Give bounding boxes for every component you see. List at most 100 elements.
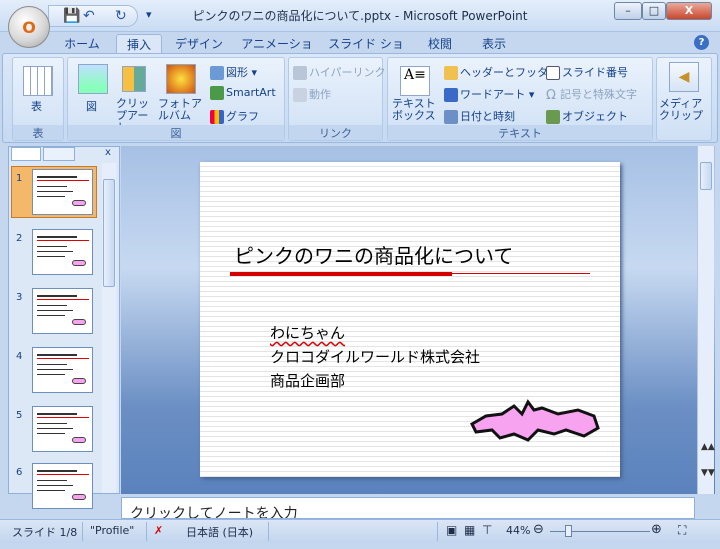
- undo-icon[interactable]: ↶: [83, 8, 95, 24]
- slide-number: 4: [16, 351, 23, 362]
- zoom-slider-thumb[interactable]: [565, 525, 572, 537]
- tab-design[interactable]: デザイン: [170, 34, 228, 54]
- hyperlink-button[interactable]: ハイパーリンク: [293, 64, 386, 80]
- tab-review[interactable]: 校閲: [420, 34, 460, 54]
- wordart-button[interactable]: ワードアート ▾: [444, 86, 534, 102]
- action-button[interactable]: 動作: [293, 86, 331, 102]
- scroll-thumb[interactable]: [700, 162, 712, 190]
- slide-scrollbar[interactable]: ▲▲ ▼▼: [697, 146, 715, 494]
- notes-pane[interactable]: クリックしてノートを入力: [121, 497, 695, 519]
- textbox-button[interactable]: テキストボックス: [392, 98, 440, 122]
- next-slide-icon[interactable]: ▼▼: [701, 468, 715, 478]
- speaker-icon: ◀: [669, 62, 699, 92]
- header-footer-label: ヘッダーとフッター: [460, 66, 559, 79]
- chart-icon: [210, 110, 224, 124]
- slide-thumbnail[interactable]: [32, 169, 93, 215]
- help-icon[interactable]: ?: [694, 35, 709, 50]
- group-label: テキスト: [388, 125, 652, 140]
- textbox-icon: A≡: [400, 66, 430, 96]
- slide-thumbnail[interactable]: [32, 229, 93, 275]
- quick-access-toolbar: 💾 ↶ ↻: [48, 5, 138, 27]
- slide-thumbnail[interactable]: [32, 347, 93, 393]
- save-icon[interactable]: 💾: [63, 8, 80, 24]
- office-button[interactable]: O: [8, 6, 50, 48]
- theme-name: "Profile": [90, 524, 135, 537]
- photo-album-button[interactable]: フォトアルバム: [158, 98, 204, 122]
- subtitle-line: クロコダイルワールド株式会社: [270, 348, 481, 366]
- pink-crocodile-image[interactable]: [468, 390, 602, 442]
- group-text: A≡ テキストボックス ヘッダーとフッター ワードアート ▾ 日付と時刻 スライ…: [387, 57, 653, 141]
- picture-icon: [78, 64, 108, 94]
- slide-thumbnail[interactable]: [32, 463, 93, 509]
- tab-slides[interactable]: [11, 147, 41, 161]
- symbol-label: 記号と特殊文字: [560, 88, 637, 101]
- close-panel-icon[interactable]: x: [105, 147, 111, 158]
- tab-outline[interactable]: [43, 147, 75, 161]
- close-button[interactable]: X: [666, 2, 712, 20]
- zoom-level[interactable]: 44%: [506, 524, 530, 537]
- datetime-button[interactable]: 日付と時刻: [444, 108, 515, 124]
- slide-title[interactable]: ピンクのワニの商品化について: [234, 240, 513, 269]
- shapes-button[interactable]: 図形 ▾: [210, 64, 257, 80]
- slide-number-button[interactable]: スライド番号: [546, 64, 628, 80]
- table-button[interactable]: 表: [31, 98, 42, 114]
- status-bar: スライド 1/8 "Profile" ✗ 日本語 (日本) ▣ ▦ ⊤ 44% …: [0, 519, 720, 543]
- slide-thumbnail[interactable]: [32, 406, 93, 452]
- tab-insert[interactable]: 挿入: [116, 34, 162, 54]
- slide-thumbnail[interactable]: [32, 288, 93, 334]
- header-footer-button[interactable]: ヘッダーとフッター: [444, 64, 559, 80]
- tab-view[interactable]: 表示: [474, 34, 514, 54]
- smartart-label: SmartArt: [226, 86, 276, 99]
- photo-album-icon: [166, 64, 196, 94]
- omega-icon: Ω: [546, 88, 556, 103]
- ribbon-tabs: ホーム 挿入 デザイン アニメーション スライド ショー 校閲 表示 ?: [0, 32, 720, 71]
- hyperlink-icon: [293, 66, 307, 80]
- datetime-label: 日付と時刻: [460, 110, 515, 123]
- window-title: ピンクのワニの商品化について.pptx - Microsoft PowerPoi…: [192, 9, 528, 23]
- slide-number: 3: [16, 292, 23, 303]
- tab-animations[interactable]: アニメーション: [236, 34, 318, 71]
- language-indicator[interactable]: 日本語 (日本): [186, 524, 253, 540]
- scroll-thumb[interactable]: [103, 179, 115, 287]
- calendar-icon: [444, 110, 458, 124]
- prev-slide-icon[interactable]: ▲▲: [701, 442, 715, 452]
- normal-view-icon[interactable]: ▣: [446, 523, 457, 537]
- symbol-button[interactable]: Ω 記号と特殊文字: [546, 86, 637, 103]
- customize-qat-icon[interactable]: ▾: [146, 8, 152, 21]
- wordart-label: ワードアート: [460, 88, 526, 101]
- object-button[interactable]: オブジェクト: [546, 108, 628, 124]
- subtitle-text[interactable]: わにちゃん クロコダイルワールド株式会社 商品企画部: [270, 321, 480, 393]
- spellcheck-icon[interactable]: ✗: [154, 524, 163, 537]
- slide-indicator: スライド 1/8: [12, 526, 78, 539]
- minimize-button[interactable]: –: [614, 2, 642, 20]
- shapes-label: 図形: [226, 66, 248, 79]
- media-clip-button[interactable]: メディアクリップ: [659, 98, 711, 122]
- subtitle-line: 商品企画部: [270, 372, 346, 390]
- group-links: ハイパーリンク 動作 リンク: [288, 57, 386, 141]
- slideshow-view-icon[interactable]: ⊤: [482, 523, 492, 537]
- slide-number-label: スライド番号: [562, 66, 628, 79]
- smartart-button[interactable]: SmartArt: [210, 86, 276, 100]
- redo-icon[interactable]: ↻: [115, 8, 127, 24]
- object-icon: [546, 110, 560, 124]
- zoom-in-icon[interactable]: ⊕: [651, 522, 662, 537]
- action-icon: [293, 88, 307, 102]
- shapes-icon: [210, 66, 224, 80]
- fit-to-window-icon[interactable]: ⛶: [678, 523, 686, 538]
- tab-slideshow[interactable]: スライド ショー: [328, 34, 404, 71]
- tab-home[interactable]: ホーム: [56, 34, 108, 54]
- header-footer-icon: [444, 66, 458, 80]
- chart-button[interactable]: グラフ: [210, 108, 259, 124]
- picture-button[interactable]: 図: [86, 98, 97, 114]
- chart-label: グラフ: [226, 110, 259, 123]
- title-underline-thick: [230, 272, 452, 276]
- slides-panel-scrollbar[interactable]: [102, 163, 116, 493]
- group-illustrations: 図 クリップアート フォトアルバム 図形 ▾ SmartArt グラフ 図: [67, 57, 285, 141]
- slide-number: 6: [16, 467, 23, 478]
- zoom-out-icon[interactable]: ⊖: [533, 522, 544, 537]
- group-media: ◀ メディアクリップ: [656, 57, 712, 141]
- slide-sorter-icon[interactable]: ▦: [464, 523, 475, 537]
- slide-canvas[interactable]: ピンクのワニの商品化について わにちゃん クロコダイルワールド株式会社 商品企画…: [200, 162, 620, 477]
- maximize-button[interactable]: □: [642, 2, 666, 20]
- group-table: 表 表: [12, 57, 64, 141]
